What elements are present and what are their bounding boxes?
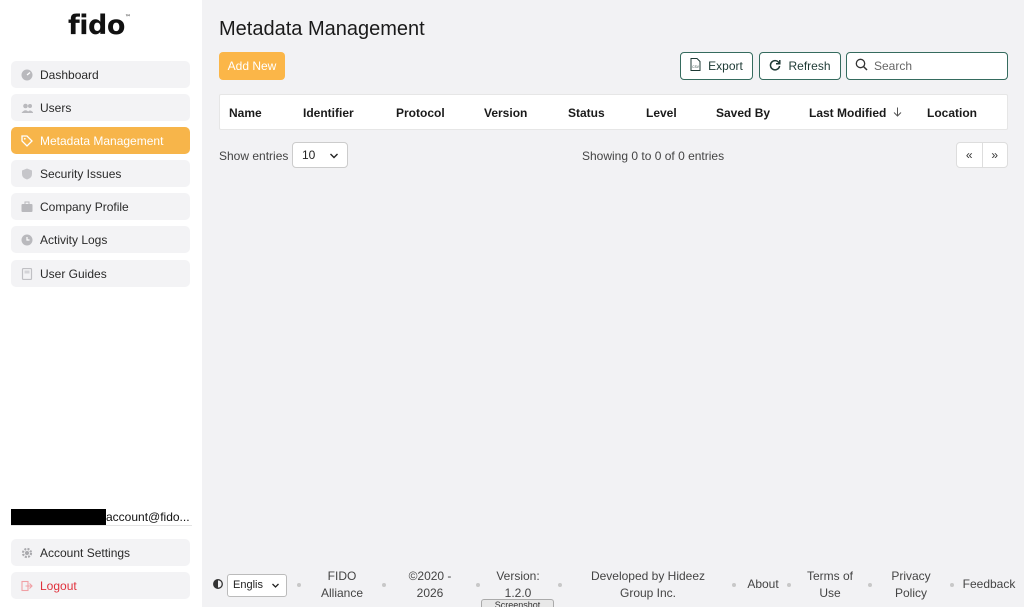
sidebar-item-label: Users bbox=[40, 100, 72, 115]
sidebar-item-label: Company Profile bbox=[40, 199, 129, 214]
footer-link-fido-alliance[interactable]: FIDO Alliance bbox=[316, 568, 368, 602]
separator-dot bbox=[297, 583, 301, 587]
sidebar-item-label: Metadata Management bbox=[40, 133, 164, 148]
footer-copyright: ©2020 - 2026 bbox=[408, 569, 452, 600]
sidebar-item-company-profile[interactable]: Company Profile bbox=[11, 193, 190, 220]
shield-icon bbox=[21, 168, 33, 180]
gear-icon bbox=[21, 547, 33, 559]
account-email: account@fido... bbox=[106, 509, 190, 524]
language-value: Englis bbox=[233, 579, 263, 591]
column-header-saved-by[interactable]: Saved By bbox=[716, 106, 770, 120]
briefcase-icon bbox=[21, 201, 33, 213]
redacted-name bbox=[11, 508, 106, 525]
separator-dot bbox=[787, 583, 791, 587]
column-header-protocol[interactable]: Protocol bbox=[396, 106, 445, 120]
chevron-down-icon bbox=[271, 581, 280, 593]
column-header-version[interactable]: Version bbox=[484, 106, 527, 120]
column-header-last-modified[interactable]: Last Modified bbox=[809, 106, 902, 120]
show-entries-label: Show entries bbox=[219, 149, 289, 163]
sort-down-icon bbox=[893, 106, 902, 120]
sidebar-item-user-guides[interactable]: User Guides bbox=[11, 260, 190, 287]
sidebar-item-dashboard[interactable]: Dashboard bbox=[11, 61, 190, 88]
chevron-down-icon bbox=[329, 150, 339, 164]
export-button[interactable]: CSV Export bbox=[680, 52, 753, 80]
separator-dot bbox=[476, 583, 480, 587]
csv-file-icon: CSV bbox=[690, 58, 701, 74]
logout-button[interactable]: Logout bbox=[11, 572, 190, 599]
search-icon bbox=[855, 58, 868, 74]
column-header-level[interactable]: Level bbox=[646, 106, 677, 120]
separator-dot bbox=[732, 583, 736, 587]
footer-link-about[interactable]: About bbox=[744, 576, 782, 593]
column-header-location[interactable]: Location bbox=[927, 106, 977, 120]
refresh-label: Refresh bbox=[788, 59, 831, 73]
column-header-status[interactable]: Status bbox=[568, 106, 605, 120]
language-icon bbox=[213, 578, 223, 592]
search-field[interactable] bbox=[846, 52, 1008, 80]
logout-label: Logout bbox=[40, 578, 77, 593]
sidebar-item-users[interactable]: Users bbox=[11, 94, 190, 121]
column-header-identifier[interactable]: Identifier bbox=[303, 106, 354, 120]
column-header-label: Last Modified bbox=[809, 106, 887, 120]
language-switcher[interactable]: Englis bbox=[213, 573, 291, 597]
clock-icon bbox=[21, 234, 33, 246]
add-new-button[interactable]: Add New bbox=[219, 52, 285, 80]
sidebar: fido™ Dashboard Users Metadata Managemen… bbox=[0, 0, 202, 607]
svg-text:CSV: CSV bbox=[692, 65, 699, 69]
account-info[interactable]: account@fido... bbox=[11, 508, 192, 526]
dashboard-icon bbox=[21, 69, 33, 81]
pagination: « » bbox=[956, 142, 1008, 168]
sidebar-item-label: Dashboard bbox=[40, 67, 99, 82]
sidebar-item-security-issues[interactable]: Security Issues bbox=[11, 160, 190, 187]
language-select[interactable]: Englis bbox=[227, 573, 287, 597]
page-size-select[interactable]: 10 bbox=[292, 142, 348, 168]
sidebar-item-activity-logs[interactable]: Activity Logs bbox=[11, 226, 190, 253]
footer-version: Version: 1.2.0 bbox=[496, 569, 540, 600]
refresh-button[interactable]: Refresh bbox=[759, 52, 841, 80]
sidebar-item-label: User Guides bbox=[40, 266, 107, 281]
page-title: Metadata Management bbox=[219, 18, 425, 40]
users-icon bbox=[21, 102, 33, 114]
column-header-name[interactable]: Name bbox=[229, 106, 262, 120]
account-settings-button[interactable]: Account Settings bbox=[11, 539, 190, 566]
table-header: Name Identifier Protocol Version Status … bbox=[219, 94, 1008, 130]
footer-developer[interactable]: Developed by Hideez Group Inc. bbox=[574, 568, 722, 602]
separator-dot bbox=[382, 583, 386, 587]
next-page-button[interactable]: » bbox=[981, 143, 1008, 167]
footer-link-privacy[interactable]: Privacy Policy bbox=[886, 568, 936, 602]
sidebar-item-metadata-management[interactable]: Metadata Management bbox=[11, 127, 190, 154]
account-settings-label: Account Settings bbox=[40, 545, 131, 560]
footer-link-feedback[interactable]: Feedback bbox=[960, 576, 1018, 593]
search-input[interactable] bbox=[874, 59, 994, 73]
screenshot-tooltip: Screenshot bbox=[481, 599, 554, 607]
sidebar-item-label: Security Issues bbox=[40, 166, 122, 181]
separator-dot bbox=[558, 583, 562, 587]
logout-icon bbox=[21, 580, 33, 592]
separator-dot bbox=[868, 583, 872, 587]
refresh-icon bbox=[769, 59, 782, 74]
fido-logo[interactable]: fido™ bbox=[68, 10, 131, 41]
tag-icon bbox=[21, 134, 33, 147]
page-size-value: 10 bbox=[302, 148, 316, 162]
prev-page-button[interactable]: « bbox=[957, 143, 982, 167]
entries-info: Showing 0 to 0 of 0 entries bbox=[582, 149, 725, 163]
export-label: Export bbox=[708, 59, 743, 73]
footer-link-terms[interactable]: Terms of Use bbox=[802, 568, 858, 602]
separator-dot bbox=[950, 583, 954, 587]
sidebar-item-label: Activity Logs bbox=[40, 232, 108, 247]
book-icon bbox=[21, 267, 33, 280]
